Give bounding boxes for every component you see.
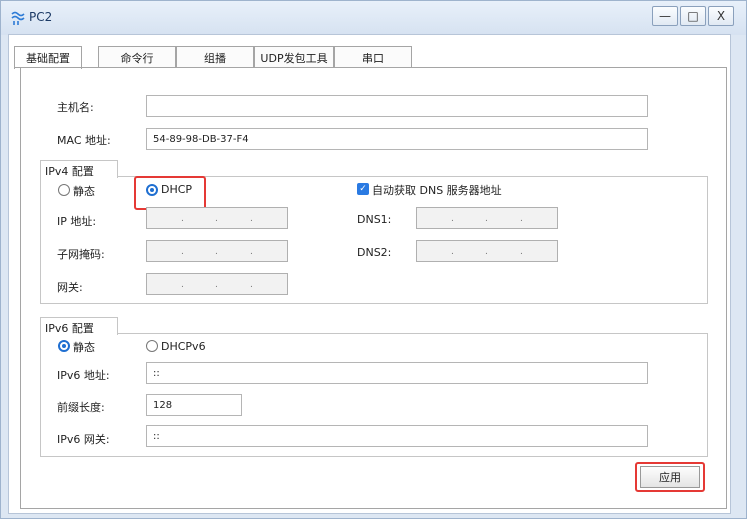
tab-udp-tool[interactable]: UDP发包工具 — [254, 46, 334, 68]
dns1-label: DNS1: — [357, 213, 392, 226]
tab-multicast[interactable]: 组播 — [176, 46, 254, 68]
minimize-icon: — — [659, 9, 671, 23]
checkmark-icon: ✓ — [359, 184, 367, 194]
ipv6-gateway-label: IPv6 网关: — [57, 433, 110, 446]
subnet-mask-label: 子网掩码: — [57, 248, 105, 261]
title-bar[interactable]: PC2 — □ X — [1, 1, 746, 35]
mac-label: MAC 地址: — [57, 134, 111, 147]
apply-highlight-box — [635, 462, 705, 492]
prefix-length-label: 前缀长度: — [57, 401, 105, 414]
maximize-button[interactable]: □ — [680, 6, 706, 26]
ipv6-address-label: IPv6 地址: — [57, 369, 110, 382]
auto-dns-checkbox[interactable]: ✓ — [357, 183, 369, 195]
gateway-input[interactable]: ... — [146, 273, 288, 295]
ipv6-dhcpv6-radio[interactable] — [146, 340, 158, 352]
ipv6-static-radio[interactable] — [58, 340, 70, 352]
dns1-input[interactable]: ... — [416, 207, 558, 229]
window-title: PC2 — [29, 10, 53, 24]
ipv6-dhcpv6-label: DHCPv6 — [161, 340, 206, 353]
tab-command-line[interactable]: 命令行 — [98, 46, 176, 68]
dhcp-highlight-box — [134, 176, 206, 210]
minimize-button[interactable]: — — [652, 6, 678, 26]
dns2-label: DNS2: — [357, 246, 392, 259]
mac-input[interactable]: 54-89-98-DB-37-F4 — [146, 128, 648, 150]
ipv6-address-input[interactable]: :: — [146, 362, 648, 384]
ipv4-static-radio[interactable] — [58, 184, 70, 196]
ipv6-group-title: IPv6 配置 — [40, 317, 118, 335]
close-icon: X — [716, 9, 726, 23]
hostname-label: 主机名: — [57, 101, 94, 114]
pc-app-icon — [11, 11, 25, 25]
tab-basic-config[interactable]: 基础配置 — [14, 46, 82, 69]
subnet-mask-input[interactable]: ... — [146, 240, 288, 262]
tab-serial[interactable]: 串口 — [334, 46, 412, 68]
ipv6-static-label: 静态 — [73, 341, 95, 354]
maximize-icon: □ — [687, 9, 699, 23]
ipv4-group-title: IPv4 配置 — [40, 160, 118, 178]
hostname-input[interactable] — [146, 95, 648, 117]
ipv6-gateway-input[interactable]: :: — [146, 425, 648, 447]
gateway-label: 网关: — [57, 281, 83, 294]
ip-address-label: IP 地址: — [57, 215, 97, 228]
ip-address-input[interactable]: ... — [146, 207, 288, 229]
close-button[interactable]: X — [708, 6, 734, 26]
dns2-input[interactable]: ... — [416, 240, 558, 262]
prefix-length-input[interactable]: 128 — [146, 394, 242, 416]
ipv4-static-label: 静态 — [73, 185, 95, 198]
auto-dns-label: 自动获取 DNS 服务器地址 — [372, 184, 502, 197]
